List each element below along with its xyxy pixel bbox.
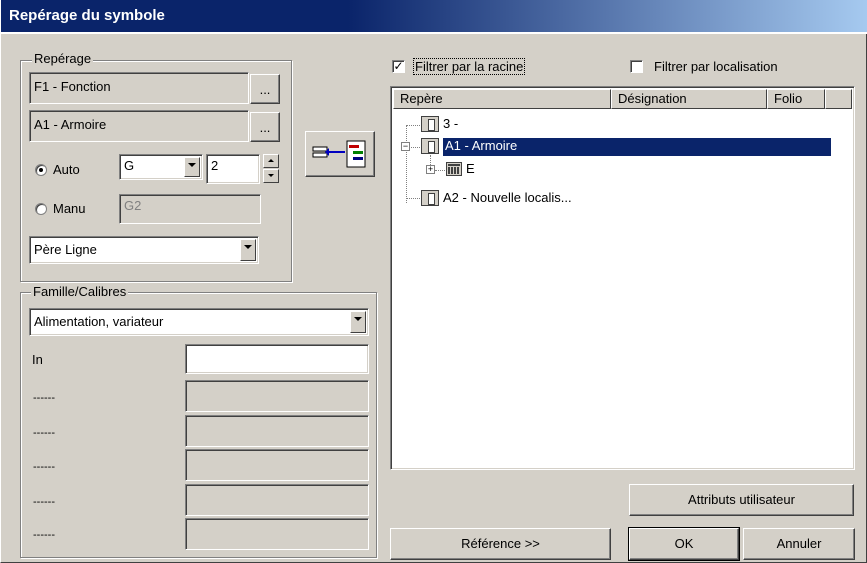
- calibre-label: ------: [33, 461, 55, 473]
- chevron-down-icon[interactable]: [184, 157, 200, 177]
- auto-letter-value: G: [124, 158, 135, 173]
- symbol-dialog: Repérage du symbole Repérage F1 - Foncti…: [0, 0, 867, 563]
- armoire-field: A1 - Armoire: [29, 110, 249, 142]
- famille-select[interactable]: Alimentation, variateur: [29, 308, 369, 336]
- tree-item-a2[interactable]: A2 - Nouvelle localis...: [443, 190, 572, 208]
- title-bar: Repérage du symbole: [1, 0, 867, 34]
- calibre-label: In: [32, 352, 43, 367]
- tree-item-label: A1 - Armoire: [445, 138, 518, 153]
- filter-racine-label[interactable]: Filtrer par la racine: [412, 58, 526, 75]
- chevron-down-icon[interactable]: [350, 311, 366, 333]
- calibre-label: ------: [33, 392, 55, 404]
- tree-connector: [435, 170, 445, 171]
- reference-label: Référence >>: [461, 536, 540, 551]
- famille-value: Alimentation, variateur: [34, 314, 164, 329]
- armoire-browse-button[interactable]: ...: [250, 112, 280, 142]
- spin-down-icon[interactable]: [263, 169, 279, 183]
- calibre-input: [185, 449, 369, 481]
- calibre-input: [185, 415, 369, 447]
- transfer-button[interactable]: [305, 131, 375, 177]
- calibre-input: [185, 518, 369, 550]
- calibre-input[interactable]: [185, 344, 369, 374]
- auto-label[interactable]: Auto: [53, 162, 80, 177]
- annuler-label: Annuler: [776, 536, 822, 551]
- chevron-down-icon[interactable]: [240, 239, 256, 261]
- calibre-label: ------: [33, 496, 55, 508]
- reference-button[interactable]: Référence >>: [390, 528, 611, 560]
- cabinet-node-icon: [421, 138, 439, 154]
- calibre-input: [185, 484, 369, 516]
- cabinet-node-icon: [421, 190, 439, 206]
- tree-item-e[interactable]: E: [466, 161, 475, 179]
- auto-radio[interactable]: [35, 164, 47, 176]
- filter-localisation-label[interactable]: Filtrer par localisation: [654, 59, 778, 74]
- spin-up-icon[interactable]: [263, 154, 279, 168]
- browse-label: ...: [259, 82, 271, 97]
- manu-value: G2: [124, 198, 142, 213]
- transfer-to-tree-icon: [312, 140, 366, 168]
- module-leaf-icon: [446, 162, 462, 176]
- cabinet-node-icon: [421, 116, 439, 132]
- ok-label: OK: [674, 536, 694, 551]
- tree-connector: [406, 198, 420, 199]
- tree-connector: [406, 125, 420, 126]
- annuler-button[interactable]: Annuler: [743, 528, 855, 560]
- tree-item-3[interactable]: 3 -: [443, 116, 458, 134]
- reperage-group-title: Repérage: [32, 51, 94, 66]
- column-header-repere[interactable]: Repère: [393, 89, 611, 109]
- calibre-input: [185, 380, 369, 412]
- pere-select[interactable]: Père Ligne: [29, 236, 259, 264]
- filter-racine-checkbox[interactable]: ✓: [392, 60, 405, 73]
- calibre-label: ------: [33, 529, 55, 541]
- attributs-utilisateur-button[interactable]: Attributs utilisateur: [629, 484, 854, 516]
- manu-input: G2: [119, 194, 261, 224]
- pere-value: Père Ligne: [34, 242, 97, 257]
- column-header-designation[interactable]: Désignation: [611, 89, 767, 109]
- armoire-value: A1 - Armoire: [34, 117, 107, 132]
- tree-view[interactable]: Repère Désignation Folio 3 - − A1 - Armo…: [390, 86, 855, 470]
- calibre-label: ------: [33, 427, 55, 439]
- tree-connector: [411, 147, 420, 148]
- filter-localisation-checkbox[interactable]: [630, 60, 643, 73]
- fonction-field: F1 - Fonction: [29, 72, 249, 104]
- fonction-value: F1 - Fonction: [34, 79, 111, 94]
- auto-number-input[interactable]: 2: [206, 154, 260, 184]
- famille-group-title: Famille/Calibres: [31, 284, 129, 299]
- window-title: Repérage du symbole: [9, 7, 165, 24]
- manu-radio[interactable]: [35, 203, 47, 215]
- tree-connector: [406, 125, 407, 203]
- expand-icon[interactable]: +: [426, 165, 435, 174]
- collapse-icon[interactable]: −: [401, 142, 410, 151]
- column-header-folio[interactable]: Folio: [767, 89, 825, 109]
- auto-letter-select[interactable]: G: [119, 154, 203, 180]
- column-header-filler: [825, 89, 852, 109]
- manu-label[interactable]: Manu: [53, 201, 86, 216]
- ok-button[interactable]: OK: [628, 527, 740, 561]
- tree-item-a1[interactable]: A1 - Armoire: [442, 137, 832, 157]
- fonction-browse-button[interactable]: ...: [250, 74, 280, 104]
- auto-number-value: 2: [211, 158, 219, 173]
- attributs-label: Attributs utilisateur: [688, 492, 795, 507]
- browse-label: ...: [259, 120, 271, 135]
